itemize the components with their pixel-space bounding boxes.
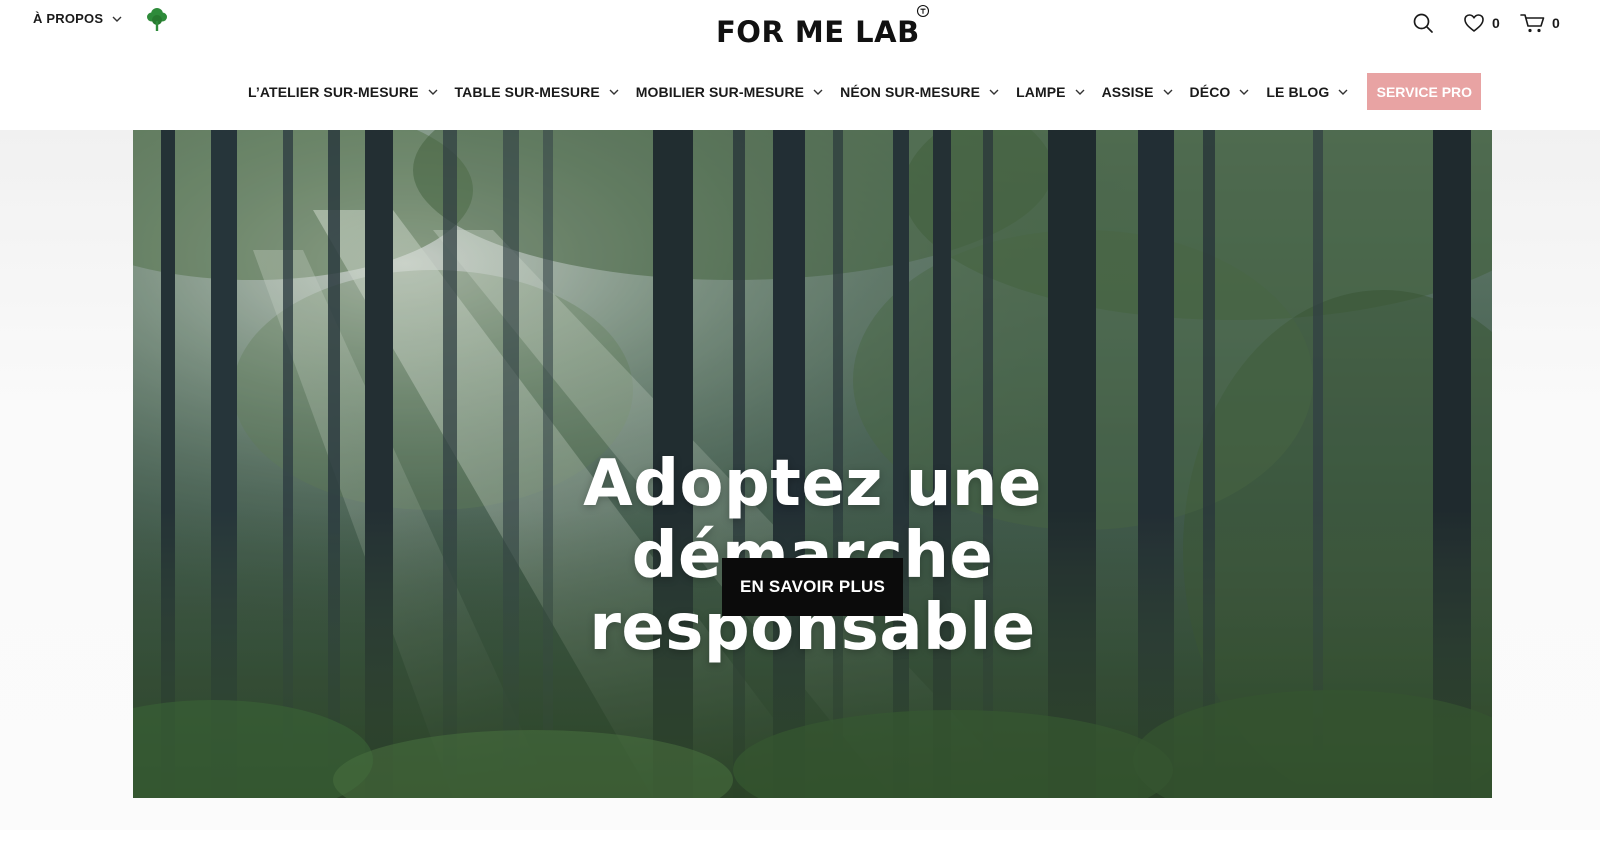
chevron-down-icon xyxy=(1075,89,1085,95)
chevron-down-icon xyxy=(1163,89,1173,95)
hero-banner: Adoptez une démarche responsable EN SAVO… xyxy=(133,130,1492,798)
wishlist-button[interactable]: 0 xyxy=(1462,12,1500,34)
nav-label: LAMPE xyxy=(1016,83,1066,100)
search-icon xyxy=(1413,13,1433,33)
chevron-down-icon xyxy=(428,89,438,95)
chevron-down-icon xyxy=(813,89,823,95)
nav-item-atelier[interactable]: L’ATELIER SUR-MESURE xyxy=(248,84,439,100)
search-button[interactable] xyxy=(1412,12,1434,34)
chevron-down-icon xyxy=(112,16,122,22)
nav-label: L’ATELIER SUR-MESURE xyxy=(248,83,419,100)
trademark-icon xyxy=(916,4,929,18)
about-menu[interactable]: À PROPOS xyxy=(33,11,123,26)
learn-more-button[interactable]: EN SAVOIR PLUS xyxy=(722,558,903,616)
nav-label: NÉON SUR-MESURE xyxy=(840,83,981,100)
site-logo[interactable]: FOR ME LAB xyxy=(716,4,930,52)
nav-item-table[interactable]: TABLE SUR-MESURE xyxy=(455,84,620,100)
site-header: À PROPOS FOR ME LAB 0 0 L’ATELIER SUR-ME… xyxy=(0,0,1600,130)
nav-item-lampe[interactable]: LAMPE xyxy=(1016,84,1086,100)
service-pro-button[interactable]: SERVICE PRO xyxy=(1367,73,1482,110)
nav-label: DÉCO xyxy=(1189,83,1231,100)
wishlist-count: 0 xyxy=(1492,15,1500,31)
nav-label: ASSISE xyxy=(1101,83,1154,100)
cart-icon xyxy=(1520,14,1545,33)
hero-title: Adoptez une démarche responsable xyxy=(133,448,1492,664)
tree-icon xyxy=(147,8,167,31)
nav-item-blog[interactable]: LE BLOG xyxy=(1266,84,1349,100)
nav-item-deco[interactable]: DÉCO xyxy=(1190,84,1251,100)
main-nav: L’ATELIER SUR-MESURE TABLE SUR-MESURE MO… xyxy=(248,73,1482,110)
chevron-down-icon xyxy=(1239,89,1249,95)
nav-label: TABLE SUR-MESURE xyxy=(454,83,600,100)
hero-title-line: Adoptez une xyxy=(583,447,1042,521)
nav-label: MOBILIER SUR-MESURE xyxy=(635,83,805,100)
nav-item-assise[interactable]: ASSISE xyxy=(1102,84,1174,100)
about-label: À PROPOS xyxy=(33,11,104,26)
nav-label: LE BLOG xyxy=(1266,83,1330,100)
heart-icon xyxy=(1464,14,1484,32)
cart-count: 0 xyxy=(1552,15,1560,31)
header-utilities: 0 0 xyxy=(1400,12,1600,40)
chevron-down-icon xyxy=(609,89,619,95)
nav-item-neon[interactable]: NÉON SUR-MESURE xyxy=(840,84,1000,100)
chevron-down-icon xyxy=(989,89,999,95)
cart-button[interactable]: 0 xyxy=(1520,12,1560,34)
logo-text: FOR ME LAB xyxy=(716,15,920,49)
chevron-down-icon xyxy=(1338,89,1348,95)
nav-item-mobilier[interactable]: MOBILIER SUR-MESURE xyxy=(636,84,824,100)
